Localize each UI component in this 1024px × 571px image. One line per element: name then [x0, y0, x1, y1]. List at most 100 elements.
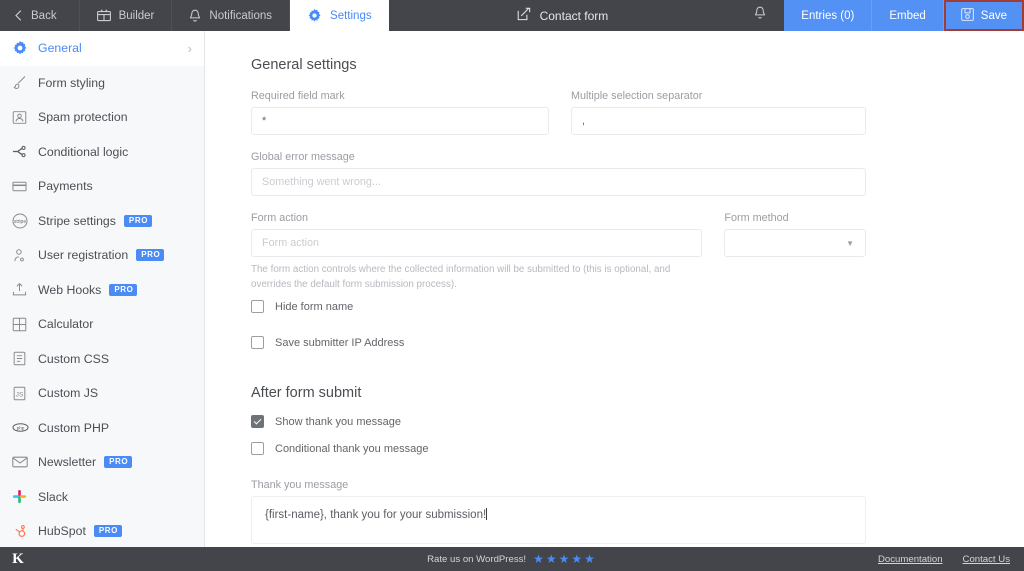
settings-content-panel: General settings Required field mark * M… — [206, 31, 1024, 547]
form-method-label: Form method — [724, 212, 789, 224]
required-field-mark-input[interactable]: * — [251, 107, 549, 135]
save-button[interactable]: Save — [943, 0, 1024, 31]
sidebar-item-conditional-logic[interactable]: Conditional logic — [0, 135, 204, 170]
global-error-message-input[interactable]: Something went wrong... — [251, 168, 866, 196]
chevron-right-icon: › — [187, 40, 192, 56]
php-elephant-icon: php — [12, 420, 38, 435]
thank-you-message-value: {first-name}, thank you for your submiss… — [265, 509, 487, 522]
hide-form-name-label: Hide form name — [275, 300, 354, 313]
sidebar-item-label: Form styling — [38, 75, 105, 90]
sidebar-item-label: Newsletter — [38, 455, 97, 470]
sidebar-item-label: Conditional logic — [38, 144, 129, 159]
bell-icon — [189, 9, 201, 23]
general-settings-heading: General settings — [251, 57, 357, 73]
hide-form-name-row[interactable]: Hide form name — [251, 300, 866, 314]
form-action-input[interactable]: Form action — [251, 229, 703, 257]
credit-card-icon — [12, 179, 38, 194]
back-label: Back — [31, 9, 57, 22]
sidebar-item-stripe-settings[interactable]: stripe Stripe settings PRO — [0, 204, 204, 239]
settings-sidebar[interactable]: General › Form styling Spam protection C… — [0, 31, 205, 547]
builder-icon — [96, 9, 111, 22]
conditional-thank-you-label: Conditional thank you message — [275, 442, 429, 455]
tab-builder-label: Builder — [118, 9, 155, 22]
footer-links: Documentation Contact Us — [878, 554, 1010, 565]
save-label: Save — [980, 9, 1007, 22]
thank-you-message-textarea[interactable]: {first-name}, thank you for your submiss… — [251, 496, 866, 545]
sidebar-item-slack[interactable]: Slack — [0, 480, 204, 515]
sidebar-item-custom-css[interactable]: Custom CSS — [0, 342, 204, 377]
slack-icon — [12, 489, 38, 504]
sidebar-item-calculator[interactable]: Calculator — [0, 307, 204, 342]
tab-settings[interactable]: Settings — [290, 0, 389, 31]
brush-icon — [12, 75, 38, 90]
documentation-link[interactable]: Documentation — [878, 554, 943, 565]
conditional-thank-you-checkbox[interactable] — [251, 442, 264, 456]
form-method-select[interactable]: ▼ — [724, 229, 866, 257]
form-title[interactable]: Contact form — [501, 0, 625, 31]
shield-person-icon — [12, 110, 38, 125]
hide-form-name-checkbox[interactable] — [251, 300, 264, 314]
sidebar-item-payments[interactable]: Payments — [0, 169, 204, 204]
sidebar-item-custom-php[interactable]: php Custom PHP — [0, 411, 204, 446]
tab-notifications-label: Notifications — [209, 9, 273, 22]
tab-builder[interactable]: Builder — [80, 0, 173, 31]
multiple-selection-separator-input[interactable]: , — [570, 107, 866, 135]
tab-settings-label: Settings — [330, 9, 372, 22]
save-submitter-ip-row[interactable]: Save submitter IP Address — [251, 336, 866, 350]
pro-badge: PRO — [93, 525, 122, 538]
sidebar-item-label: HubSpot — [38, 524, 86, 539]
settings-form: General settings Required field mark * M… — [206, 31, 866, 545]
global-error-message-group: Global error message Something went wron… — [251, 151, 866, 196]
sidebar-item-label: Stripe settings — [38, 213, 116, 228]
form-title-label: Contact form — [539, 8, 609, 23]
footer-bar: K Rate us on WordPress! ★★★★★ Documentat… — [0, 547, 1024, 571]
contact-us-link[interactable]: Contact Us — [963, 554, 1010, 565]
sidebar-item-user-registration[interactable]: User registration PRO — [0, 238, 204, 273]
notifications-bell-button[interactable] — [736, 0, 784, 31]
sidebar-item-newsletter[interactable]: Newsletter PRO — [0, 445, 204, 480]
sidebar-item-hubspot[interactable]: HubSpot PRO — [0, 514, 204, 547]
thank-you-message-group: Thank you message {first-name}, thank yo… — [251, 479, 866, 545]
sidebar-item-web-hooks[interactable]: Web Hooks PRO — [0, 273, 204, 308]
entries-label: Entries (0) — [801, 9, 855, 22]
entries-button[interactable]: Entries (0) — [784, 0, 873, 31]
form-action-label: Form action — [251, 212, 308, 224]
sidebar-item-custom-js[interactable]: JS Custom JS — [0, 376, 204, 411]
conditional-thank-you-row[interactable]: Conditional thank you message — [251, 442, 866, 456]
tab-notifications[interactable]: Notifications — [172, 0, 291, 31]
js-file-icon: JS — [12, 386, 38, 401]
show-thank-you-checkbox[interactable] — [251, 415, 264, 429]
sidebar-item-label: Spam protection — [38, 110, 128, 125]
sidebar-item-label: Payments — [38, 179, 93, 194]
show-thank-you-row[interactable]: Show thank you message — [251, 415, 866, 429]
embed-label: Embed — [889, 9, 926, 22]
rate-us-section[interactable]: Rate us on WordPress! ★★★★★ — [0, 552, 1024, 566]
global-error-message-label: Global error message — [251, 151, 355, 163]
back-button[interactable]: Back — [0, 0, 80, 31]
chevron-down-icon: ▼ — [846, 238, 854, 248]
sidebar-item-spam-protection[interactable]: Spam protection — [0, 100, 204, 135]
svg-text:JS: JS — [16, 391, 24, 398]
after-form-submit-heading: After form submit — [251, 385, 362, 402]
sidebar-item-general[interactable]: General › — [0, 31, 204, 66]
sidebar-item-label: General — [38, 41, 82, 56]
svg-text:php: php — [17, 426, 25, 431]
save-disk-icon — [960, 7, 974, 24]
multiple-selection-separator-label: Multiple selection separator — [570, 90, 703, 102]
css-file-icon — [12, 351, 38, 366]
multiple-selection-separator-group: Multiple selection separator , — [570, 90, 866, 135]
required-field-mark-group: Required field mark * — [251, 90, 549, 135]
pro-badge: PRO — [109, 283, 138, 296]
pro-badge: PRO — [123, 214, 153, 227]
sidebar-item-label: Calculator — [38, 317, 94, 332]
field-row-1: Required field mark * Multiple selection… — [251, 90, 866, 135]
text-cursor — [486, 508, 488, 521]
star-rating-icon[interactable]: ★★★★★ — [533, 552, 597, 566]
embed-button[interactable]: Embed — [872, 0, 944, 31]
sidebar-item-form-styling[interactable]: Form styling — [0, 66, 204, 101]
svg-text:stripe: stripe — [14, 219, 26, 225]
edit-pencil-icon — [517, 7, 531, 24]
sidebar-item-label: Web Hooks — [38, 282, 102, 297]
save-submitter-ip-checkbox[interactable] — [251, 336, 264, 350]
